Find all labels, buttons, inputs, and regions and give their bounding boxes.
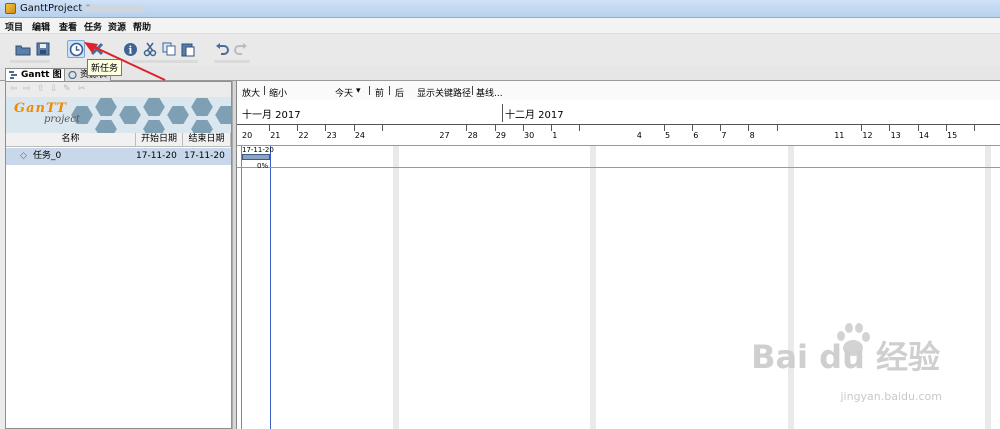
month-divider xyxy=(502,104,503,122)
day-label: 24 xyxy=(354,131,365,140)
day-label: 8 xyxy=(749,131,755,140)
menu-tasks[interactable]: 任务 xyxy=(84,20,102,33)
menu-view[interactable]: 查看 xyxy=(59,20,77,33)
window-title: GanttProject * xyxy=(20,3,91,14)
day-label: 6 xyxy=(693,131,699,140)
logo-subtext: project xyxy=(44,114,80,125)
weekend-column xyxy=(985,146,992,429)
watermark-url: jingyan.baidu.com xyxy=(840,390,942,403)
arrow-up-icon[interactable]: ⇧ xyxy=(37,84,45,94)
menu-resources[interactable]: 资源 xyxy=(108,20,126,33)
watermark-brand: Bai du 经验 xyxy=(751,338,940,376)
toolbar-divider xyxy=(214,60,250,63)
day-label: 23 xyxy=(326,131,337,140)
project-start-line xyxy=(241,146,242,429)
chart-grid xyxy=(237,146,1000,429)
day-tick xyxy=(381,125,383,131)
month-label: 十二月 2017 xyxy=(505,110,564,121)
day-label: 29 xyxy=(495,131,506,140)
day-label: 21 xyxy=(270,131,281,140)
arrow-left-icon[interactable]: ⇦ xyxy=(10,84,18,94)
paste-icon[interactable] xyxy=(179,40,197,58)
month-label: 十一月 2017 xyxy=(242,110,301,121)
tab-gantt-label: Gantt 图 xyxy=(21,70,62,80)
day-label: 27 xyxy=(439,131,450,140)
save-icon[interactable] xyxy=(34,40,52,58)
day-label: 22 xyxy=(298,131,309,140)
blurred-filename xyxy=(84,5,144,12)
task-date-label: 17-11-20 xyxy=(242,146,274,154)
annotation-arrow xyxy=(84,42,166,81)
separator: | xyxy=(388,86,392,96)
separator: | xyxy=(471,86,475,96)
day-label: 1 xyxy=(552,131,558,140)
redo-icon[interactable] xyxy=(232,40,250,58)
day-label: 20 xyxy=(242,131,253,140)
month-header: 十一月 2017 十二月 2017 xyxy=(237,100,1000,124)
link-icon[interactable]: ✎ xyxy=(63,84,71,94)
table-row[interactable]: ◇ 任务_0 17-11-20 17-11-20 xyxy=(6,148,231,165)
open-folder-icon[interactable] xyxy=(14,40,32,58)
separator: | xyxy=(263,86,267,96)
menu-bar: 项目 编辑 查看 任务 资源 帮助 xyxy=(0,18,1000,34)
hexagon-pattern xyxy=(68,97,231,133)
task-name: 任务_0 xyxy=(33,151,62,161)
gantt-icon xyxy=(9,71,17,79)
resources-icon xyxy=(68,71,77,79)
menu-help[interactable]: 帮助 xyxy=(133,20,151,33)
day-tick xyxy=(776,125,778,131)
today-button[interactable]: 今天 xyxy=(335,86,353,99)
task-bullet-icon: ◇ xyxy=(20,151,27,161)
next-button[interactable]: 后 xyxy=(395,86,404,99)
tab-gantt[interactable]: Gantt 图 xyxy=(5,68,66,81)
day-label: 11 xyxy=(834,131,845,140)
arrow-right-icon[interactable]: ⇨ xyxy=(23,84,31,94)
task-progress-label: 0% xyxy=(257,162,269,170)
day-label: 28 xyxy=(467,131,478,140)
day-label: 12 xyxy=(862,131,873,140)
day-label: 7 xyxy=(721,131,727,140)
day-label: 13 xyxy=(890,131,901,140)
day-label: 4 xyxy=(636,131,642,140)
arrow-down-icon[interactable]: ⇩ xyxy=(50,84,58,94)
ganttproject-logo: GanTT project xyxy=(6,97,231,133)
day-tick xyxy=(579,125,581,131)
day-header: 2021222324272829301456781112131415181920… xyxy=(237,124,1000,146)
menu-project[interactable]: 项目 xyxy=(5,20,23,33)
zoom-out-button[interactable]: 缩小 xyxy=(269,86,287,99)
today-dropdown-icon[interactable]: ▾ xyxy=(356,86,361,96)
day-label: 15 xyxy=(947,131,958,140)
task-end: 17-11-20 xyxy=(184,151,225,161)
day-tick xyxy=(974,125,975,131)
critical-path-button[interactable]: 显示关键路径 xyxy=(417,86,471,99)
toolbar-divider xyxy=(10,60,50,63)
menu-edit[interactable]: 编辑 xyxy=(32,20,50,33)
weekend-column xyxy=(393,146,399,429)
task-start: 17-11-20 xyxy=(136,151,177,161)
zoom-in-button[interactable]: 放大 xyxy=(242,86,260,99)
chart-toolbar: 放大 | 缩小 今天 ▾ | 前 | 后 显示关键路径 | 基线... xyxy=(237,81,1000,100)
day-label: 5 xyxy=(665,131,671,140)
column-end[interactable]: 结束日期 xyxy=(183,133,231,147)
title-bar: GanttProject * xyxy=(0,0,1000,18)
task-tree-panel: ⇦ ⇨ ⇧ ⇩ ✎ ✂ GanTT project 名称 开始日期 结束日期 ◇… xyxy=(5,81,232,429)
baseline-button[interactable]: 基线... xyxy=(476,86,503,99)
column-start[interactable]: 开始日期 xyxy=(136,133,183,147)
prev-button[interactable]: 前 xyxy=(375,86,384,99)
task-bar[interactable] xyxy=(242,154,270,160)
day-label: 14 xyxy=(918,131,929,140)
weekend-column xyxy=(787,146,794,429)
app-icon xyxy=(5,3,16,14)
separator: | xyxy=(368,86,372,96)
column-name[interactable]: 名称 xyxy=(6,133,136,147)
day-label: 30 xyxy=(524,131,535,140)
undo-icon[interactable] xyxy=(213,40,231,58)
row-divider xyxy=(237,167,1000,168)
today-line xyxy=(270,146,271,429)
task-table-header: 名称 开始日期 结束日期 xyxy=(6,133,231,147)
weekend-column xyxy=(590,146,597,429)
unlink-icon[interactable]: ✂ xyxy=(78,84,86,94)
